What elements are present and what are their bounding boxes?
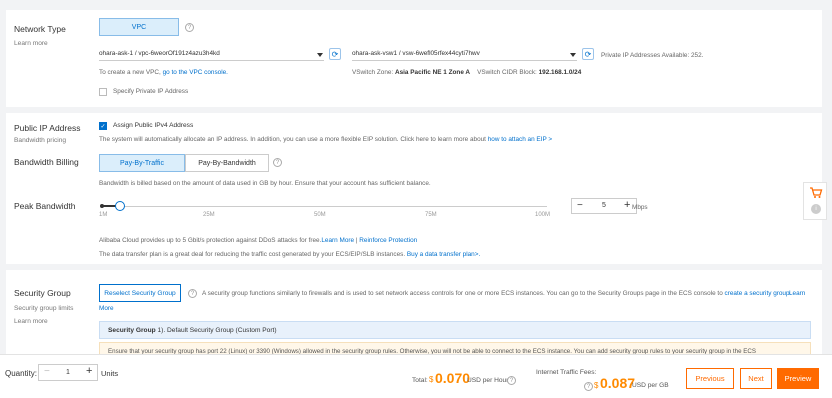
specify-ip-label: Specify Private IP Address bbox=[113, 88, 189, 95]
question-circle-icon[interactable]: ? bbox=[185, 23, 194, 32]
transfer-text: The data transfer plan is a great deal f… bbox=[99, 251, 406, 258]
slider-tick-100m: 100M bbox=[535, 212, 551, 218]
order-footer: Quantity: − 1 + Units Total: $ 0.070 USD… bbox=[0, 354, 832, 398]
assign-ip-checkbox[interactable]: ✓ bbox=[99, 122, 107, 130]
security-group-panel: Security Group Security group limits Lea… bbox=[6, 270, 822, 360]
slider-handle[interactable] bbox=[114, 201, 125, 211]
create-vpc-prefix: To create a new VPC, bbox=[99, 69, 161, 76]
bandwidth-decrement-button[interactable]: − bbox=[577, 200, 583, 211]
slider-tick-1m: 1M bbox=[99, 212, 108, 218]
total-label: Total: bbox=[412, 377, 428, 384]
buy-transfer-plan-link[interactable]: Buy a data transfer plan>. bbox=[407, 251, 480, 258]
slider-track[interactable] bbox=[102, 206, 547, 207]
quantity-decrement-button[interactable]: − bbox=[44, 366, 50, 377]
chevron-down-icon[interactable] bbox=[570, 53, 576, 57]
assign-ip-desc-text: The system will automatically allocate a… bbox=[99, 136, 486, 143]
total-price: 0.070 bbox=[435, 370, 471, 386]
security-group-title: Security Group bbox=[14, 288, 71, 298]
refresh-icon[interactable]: ⟳ bbox=[582, 48, 594, 60]
quantity-increment-button[interactable]: + bbox=[86, 365, 92, 377]
question-circle-icon[interactable]: ? bbox=[507, 376, 516, 385]
slider-tick-75m: 75M bbox=[425, 212, 437, 218]
question-circle-icon[interactable]: ? bbox=[273, 158, 282, 167]
question-circle-icon[interactable]: ? bbox=[584, 382, 593, 391]
slider-tick-50m: 50M bbox=[314, 212, 326, 218]
network-type-title: Network Type bbox=[14, 24, 66, 34]
ddos-info: Alibaba Cloud provides up to 5 Gbit/s pr… bbox=[99, 237, 417, 244]
pay-by-bandwidth-button[interactable]: Pay-By-Bandwidth bbox=[185, 154, 269, 172]
network-learn-more-link[interactable]: Learn more bbox=[14, 40, 48, 47]
security-group-label: Security Group bbox=[108, 327, 156, 334]
info-icon[interactable]: i bbox=[811, 204, 821, 214]
slider-tick-25m: 25M bbox=[203, 212, 215, 218]
bandwidth-pricing-link[interactable]: Bandwidth pricing bbox=[14, 137, 66, 144]
slider-start-dot bbox=[100, 204, 104, 208]
bandwidth-increment-button[interactable]: + bbox=[624, 199, 630, 211]
traffic-unit: USD per GB bbox=[632, 382, 669, 389]
vpc-console-link[interactable]: go to the VPC console. bbox=[163, 69, 228, 76]
security-learn-more-link[interactable]: Learn more bbox=[14, 318, 48, 325]
traffic-currency: $ bbox=[594, 381, 599, 390]
peak-bandwidth-title: Peak Bandwidth bbox=[14, 201, 76, 211]
quantity-stepper: − 1 + bbox=[38, 364, 98, 381]
cart-icon[interactable] bbox=[809, 186, 823, 199]
vswitch-info: VSwitch Zone: Asia Pacific NE 1 Zone A V… bbox=[352, 69, 581, 76]
total-currency: $ bbox=[429, 375, 434, 384]
vpc-select-value: ohara-ask-1 / vpc-6weorOf191z4azu3h4kd bbox=[99, 50, 220, 57]
traffic-price: 0.087 bbox=[600, 375, 636, 391]
billing-desc: Bandwidth is billed based on the amount … bbox=[99, 180, 431, 187]
bandwidth-billing-title: Bandwidth Billing bbox=[14, 157, 79, 167]
public-ip-title: Public IP Address bbox=[14, 123, 81, 133]
vswitch-zone-value: Asia Pacific NE 1 Zone A bbox=[394, 69, 471, 76]
specify-ip-checkbox[interactable] bbox=[99, 88, 107, 96]
ddos-separator: | bbox=[355, 237, 358, 244]
refresh-icon[interactable]: ⟳ bbox=[329, 48, 341, 60]
create-vpc-hint: To create a new VPC, go to the VPC conso… bbox=[99, 69, 228, 76]
create-security-group-link[interactable]: create a security group. bbox=[725, 290, 792, 297]
bandwidth-stepper: − 5 + bbox=[571, 198, 637, 214]
public-ip-panel: Public IP Address Bandwidth pricing ✓ As… bbox=[6, 113, 822, 264]
network-panel: Network Type Learn more VPC ? ohara-ask-… bbox=[6, 10, 822, 107]
preview-button[interactable]: Preview bbox=[777, 368, 819, 389]
security-group-value: 1). Default Security Group (Custom Port) bbox=[157, 327, 277, 334]
transfer-info: The data transfer plan is a great deal f… bbox=[99, 251, 480, 258]
previous-button[interactable]: Previous bbox=[686, 368, 734, 389]
vswitch-zone-label: VSwitch Zone: bbox=[352, 69, 394, 76]
ip-available-text: Private IP Addresses Available: 252. bbox=[601, 52, 704, 59]
security-group-selected-row: Security Group 1). Default Security Grou… bbox=[99, 321, 811, 339]
chevron-down-icon[interactable] bbox=[317, 53, 323, 57]
quantity-input[interactable]: 1 bbox=[66, 369, 70, 376]
ddos-learn-more-link[interactable]: Learn More bbox=[321, 237, 354, 244]
bandwidth-value-input[interactable]: 5 bbox=[602, 202, 606, 209]
reinforce-protection-link[interactable]: Reinforce Protection bbox=[359, 237, 417, 244]
assign-ip-label: Assign Public IPv4 Address bbox=[113, 122, 194, 129]
security-desc-text: A security group functions similarly to … bbox=[202, 290, 723, 297]
next-button[interactable]: Next bbox=[740, 368, 772, 389]
question-circle-icon[interactable]: ? bbox=[188, 289, 197, 298]
total-unit: USD per Hour bbox=[467, 377, 509, 384]
cidr-value: 192.168.1.0/24 bbox=[538, 69, 582, 76]
security-desc: A security group functions similarly to … bbox=[202, 290, 791, 297]
security-group-limits-link[interactable]: Security group limits bbox=[14, 305, 73, 312]
pay-by-traffic-button[interactable]: Pay-By-Traffic bbox=[99, 154, 185, 172]
floating-toolbar: i bbox=[803, 182, 827, 220]
security-learn-link-line1[interactable]: Learn bbox=[789, 290, 805, 297]
security-learn-link-line2[interactable]: More bbox=[99, 305, 114, 312]
cidr-label: VSwitch CIDR Block: bbox=[477, 69, 537, 76]
vpc-select[interactable]: ohara-ask-1 / vpc-6weorOf191z4azu3h4kd bbox=[99, 47, 324, 61]
vswitch-select-value: ohara-ask-vsw1 / vsw-6wefl05rfex44cyti7h… bbox=[352, 50, 480, 57]
vswitch-select[interactable]: ohara-ask-vsw1 / vsw-6wefl05rfex44cyti7h… bbox=[352, 47, 577, 61]
attach-eip-link[interactable]: how to attach an EIP > bbox=[488, 136, 552, 143]
assign-ip-desc: The system will automatically allocate a… bbox=[99, 136, 552, 143]
vpc-button[interactable]: VPC bbox=[99, 18, 179, 36]
security-group-entry: Security Group 1). Default Security Grou… bbox=[108, 327, 277, 334]
bandwidth-unit: Mbps bbox=[632, 204, 648, 211]
traffic-fees-label: Internet Traffic Fees: bbox=[536, 369, 597, 376]
units-label: Units bbox=[101, 369, 119, 378]
ddos-text: Alibaba Cloud provides up to 5 Gbit/s pr… bbox=[99, 237, 322, 244]
reselect-security-group-button[interactable]: Reselect Security Group bbox=[99, 284, 181, 302]
quantity-label: Quantity: bbox=[5, 369, 38, 378]
